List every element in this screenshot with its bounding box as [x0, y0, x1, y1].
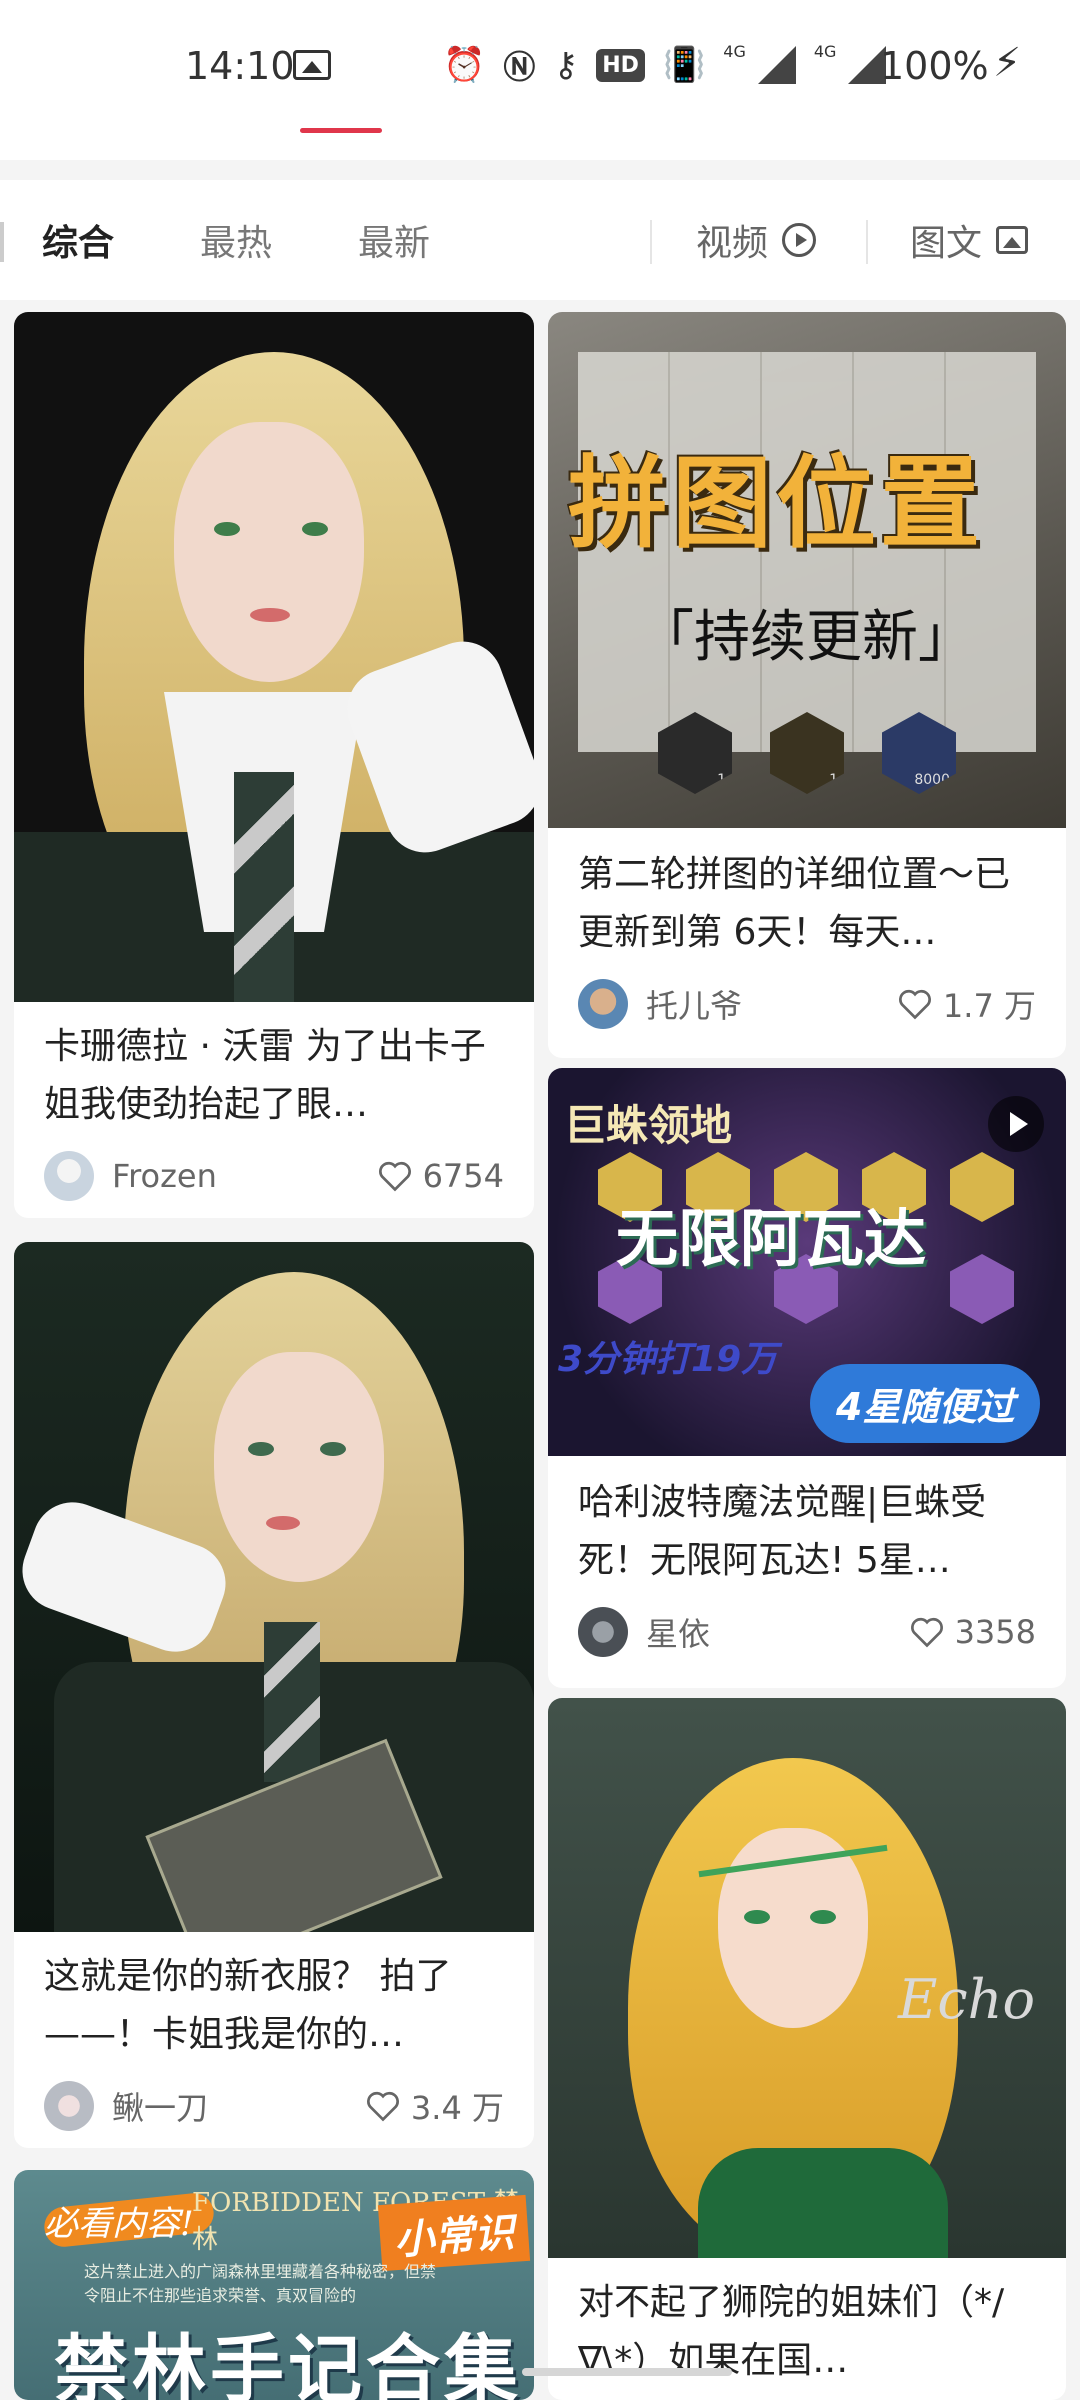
like-button[interactable]: 3.4 万 — [365, 2083, 504, 2129]
heart-icon — [898, 989, 931, 1020]
feed-card[interactable]: 拼图位置 「持续更新」 1 1 8000 第二轮拼图的详细位置～已更新到第 6天… — [548, 312, 1066, 1058]
network-label-1: 4G — [723, 41, 746, 61]
cover-eye — [744, 1910, 770, 1924]
like-button[interactable]: 6754 — [377, 1157, 504, 1195]
cover-eye — [214, 522, 240, 536]
vibrate-icon: 📳 — [662, 45, 706, 85]
cover-face — [174, 422, 364, 682]
like-count: 3358 — [954, 1613, 1036, 1651]
card-meta: 鳅一刀 3.4 万 — [44, 2078, 504, 2134]
play-circle-icon — [782, 223, 817, 257]
author-name[interactable]: Frozen — [112, 1157, 377, 1195]
heart-icon — [378, 1161, 411, 1192]
author-name[interactable]: 鳅一刀 — [112, 2083, 365, 2129]
feed-card[interactable]: 这就是你的新衣服？ 拍了——！卡姐我是你的… 鳅一刀 3.4 万 — [14, 1242, 534, 2148]
heart-icon — [366, 2091, 399, 2122]
cover-eye — [302, 522, 328, 536]
cover-lips — [250, 608, 290, 622]
cover-signature: Echo — [898, 1968, 1035, 2031]
cover-headline: 无限阿瓦达 — [616, 1202, 927, 1275]
like-count: 3.4 万 — [410, 2089, 504, 2127]
home-indicator[interactable] — [522, 2368, 732, 2376]
cover-subtitle: 「持续更新」 — [638, 605, 974, 670]
battery-level: 100% — [880, 44, 989, 88]
cover-tie — [264, 1622, 320, 1782]
card-title[interactable]: 哈利波特魔法觉醒|巨蛛受死！无限阿瓦达! 5星… — [578, 1474, 1036, 1590]
card-meta: 托儿爷 1.7 万 — [578, 976, 1036, 1032]
cover-tie — [234, 772, 294, 1002]
author-avatar[interactable] — [578, 979, 628, 1029]
key-icon: ⚷ — [553, 45, 579, 85]
cover-dress — [698, 2148, 948, 2258]
cover-script: 必看内容! — [44, 2204, 194, 2244]
network-label-2: 4G — [813, 41, 837, 61]
filter-image-text-label: 图文 — [910, 223, 983, 264]
signal-icon — [757, 46, 796, 84]
card-cover-image: 必看内容! FORBIDDEN FOREST 禁林 小常识 这片禁止进入的广阔森… — [14, 2170, 534, 2400]
card-title[interactable]: 第二轮拼图的详细位置～已更新到第 6天！每天… — [578, 846, 1036, 962]
video-play-icon — [988, 1096, 1044, 1152]
gallery-icon — [293, 50, 331, 80]
feed-card[interactable]: 必看内容! FORBIDDEN FOREST 禁林 小常识 这片禁止进入的广阔森… — [14, 2170, 534, 2400]
author-avatar[interactable] — [44, 2081, 94, 2131]
cover-card-slot — [950, 1254, 1014, 1324]
filter-video-button[interactable]: 视频 — [696, 214, 817, 266]
like-button[interactable]: 1.7 万 — [897, 981, 1036, 1027]
like-count: 1.7 万 — [942, 987, 1036, 1025]
cover-caption: 3分钟打19万 — [558, 1339, 778, 1380]
cover-badge: 4星随便过 — [810, 1364, 1041, 1443]
filter-tab-newest[interactable]: 最新 — [358, 214, 430, 266]
image-icon — [996, 226, 1029, 254]
card-cover-image: 拼图位置 「持续更新」 1 1 8000 — [548, 312, 1066, 828]
author-avatar[interactable] — [44, 1151, 94, 1201]
card-title[interactable]: 这就是你的新衣服？ 拍了——！卡姐我是你的… — [44, 1948, 504, 2064]
like-button[interactable]: 3358 — [909, 1613, 1036, 1651]
filter-video-label: 视频 — [696, 223, 769, 264]
charging-icon: ⚡ — [993, 40, 1022, 86]
active-tab-indicator — [300, 128, 382, 133]
filter-divider — [650, 220, 652, 264]
author-name[interactable]: 托儿爷 — [646, 981, 897, 1027]
cover-eye — [248, 1442, 274, 1456]
cover-face — [214, 1352, 384, 1582]
cover-text: 这片禁止进入的广阔森林里埋藏着各种秘密，但禁令阻止不住那些追求荣誉、真双冒险的 — [84, 2262, 437, 2305]
card-cover-image — [14, 312, 534, 1002]
cover-lips — [266, 1516, 300, 1530]
filter-bar: 综合 最热 最新 视频 图文 — [0, 180, 1080, 300]
nfc-icon: Ⓝ — [503, 48, 536, 86]
card-meta: Frozen 6754 — [44, 1148, 504, 1204]
hd-voice-icon: HD — [596, 48, 645, 82]
card-cover-image — [14, 1242, 534, 1932]
cover-headline: 禁林手记合集 — [54, 2327, 522, 2400]
cover-card-slot — [950, 1152, 1014, 1222]
feed-card[interactable]: 卡珊德拉 · 沃雷 为了出卡子姐我使劲抬起了眼… Frozen 6754 — [14, 312, 534, 1218]
cover-eye — [810, 1910, 836, 1924]
card-cover-image: 巨蛛领地 无限阿瓦达 3分钟打19万 4星随便过 — [548, 1068, 1066, 1456]
status-icons: ⏰ Ⓝ ⚷ HD 📳 4G 4G — [443, 40, 887, 90]
status-bar: 14:10 ⏰ Ⓝ ⚷ HD 📳 4G 4G 100% ⚡ — [0, 0, 1080, 160]
filter-divider — [866, 220, 868, 264]
cover-title: 拼图位置 — [568, 444, 984, 562]
cover-eye — [320, 1442, 346, 1456]
author-name[interactable]: 星依 — [646, 1609, 909, 1655]
card-cover-image: Echo — [548, 1698, 1066, 2258]
like-count: 6754 — [422, 1157, 504, 1195]
author-avatar[interactable] — [578, 1607, 628, 1657]
card-meta: 星依 3358 — [578, 1604, 1036, 1660]
status-time: 14:10 — [185, 44, 295, 88]
filter-tab-hottest[interactable]: 最热 — [200, 214, 272, 266]
feed-card[interactable]: 巨蛛领地 无限阿瓦达 3分钟打19万 4星随便过 哈利波特魔法觉醒|巨蛛受死！无… — [548, 1068, 1066, 1688]
filter-tab-comprehensive[interactable]: 综合 — [42, 214, 114, 266]
cover-title: 巨蛛领地 — [564, 1101, 733, 1150]
heart-icon — [910, 1617, 943, 1648]
filter-scroll-edge — [0, 222, 4, 262]
card-title[interactable]: 卡珊德拉 · 沃雷 为了出卡子姐我使劲抬起了眼… — [44, 1018, 504, 1134]
alarm-icon: ⏰ — [443, 45, 486, 85]
feed-card[interactable]: Echo 对不起了狮院的姐妹们（*/∇\*）如果在国… — [548, 1698, 1066, 2400]
filter-image-text-button[interactable]: 图文 — [910, 214, 1029, 266]
